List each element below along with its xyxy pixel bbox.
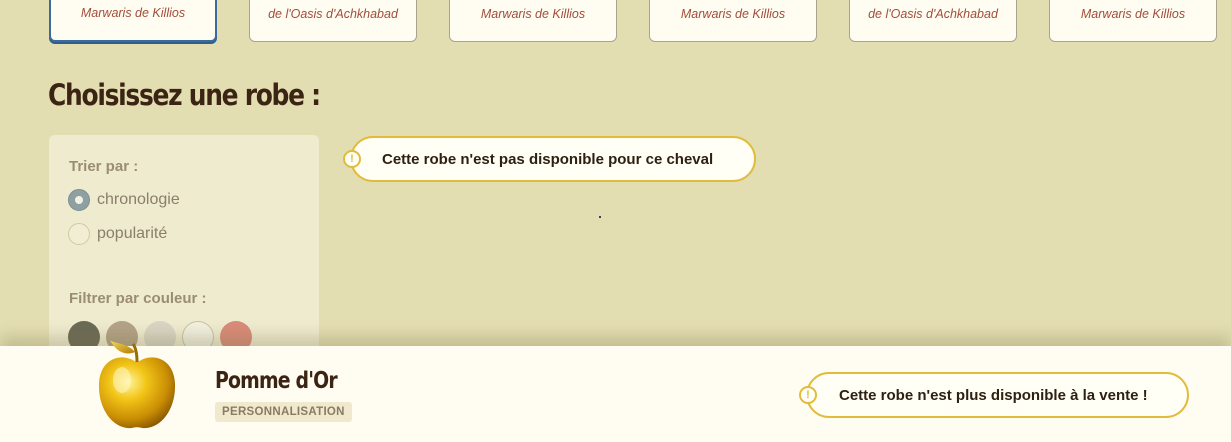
- breed-card-label: Marwaris de Killios: [80, 6, 186, 20]
- radio-unchecked-icon[interactable]: [68, 223, 90, 245]
- sale-notice: ! Cette robe n'est plus disponible à la …: [799, 372, 1189, 418]
- breed-card-label: de l'Oasis d'Achkhabad: [268, 7, 398, 21]
- breed-card[interactable]: Marwaris de Killios: [1049, 0, 1217, 42]
- radio-checked-icon[interactable]: [68, 189, 90, 211]
- breed-card-label: Marwaris de Killios: [480, 7, 586, 21]
- breed-card[interactable]: Marwaris de Killios: [649, 0, 817, 42]
- sort-option-label: chronologie: [97, 191, 180, 208]
- unavailable-notice-text: Cette robe n'est pas disponible pour ce …: [382, 150, 714, 168]
- category-badge: PERSONNALISATION: [215, 402, 352, 422]
- breed-card[interactable]: de l'Oasis d'Achkhabad: [249, 0, 417, 42]
- filter-color-label: Filtrer par couleur :: [69, 290, 207, 307]
- product-bar: Pomme d'Or PERSONNALISATION ! Cette robe…: [0, 340, 1231, 442]
- breed-card[interactable]: Marwaris de Killios: [49, 0, 217, 42]
- sort-label: Trier par :: [69, 158, 139, 175]
- sort-option-chronologie[interactable]: chronologie: [68, 189, 180, 211]
- sort-option-label: popularité: [97, 225, 168, 242]
- warning-icon: !: [799, 386, 817, 404]
- breed-card[interactable]: de l'Oasis d'Achkhabad: [849, 0, 1017, 42]
- breed-card-label: de l'Oasis d'Achkhabad: [868, 7, 998, 21]
- warning-icon: !: [343, 150, 361, 168]
- product-name: Pomme d'Or: [215, 368, 338, 394]
- sort-option-popularite[interactable]: popularité: [68, 223, 167, 245]
- loading-dot: [599, 216, 601, 218]
- page-title: Choisissez une robe :: [48, 78, 321, 112]
- breed-card-list: Marwaris de Killios de l'Oasis d'Achkhab…: [0, 0, 1231, 46]
- breed-card-label: Marwaris de Killios: [1080, 7, 1186, 21]
- unavailable-notice: ! Cette robe n'est pas disponible pour c…: [343, 136, 756, 182]
- breed-card-label: Marwaris de Killios: [680, 7, 786, 21]
- sale-notice-text: Cette robe n'est plus disponible à la ve…: [839, 386, 1148, 404]
- golden-apple-icon: [98, 340, 176, 429]
- breed-card[interactable]: Marwaris de Killios: [449, 0, 617, 42]
